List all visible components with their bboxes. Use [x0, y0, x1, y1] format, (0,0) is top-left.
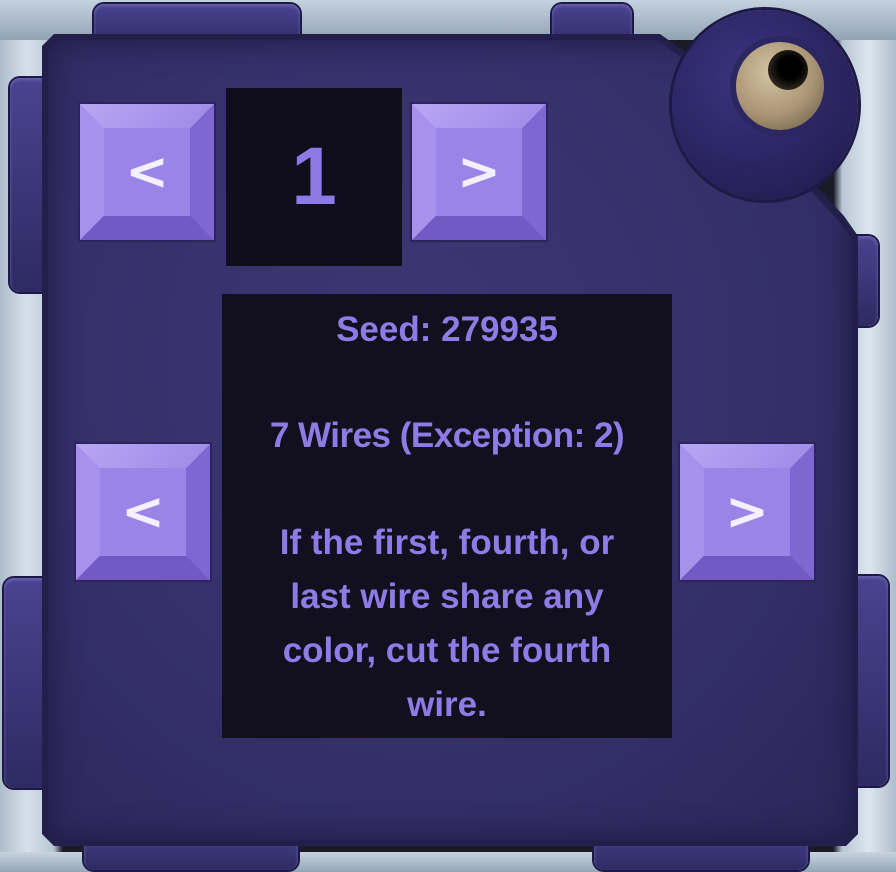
rule-prev-label: < [121, 482, 165, 542]
wires-text: 7 Wires (Exception: 2) [269, 416, 625, 455]
rule-display: Seed: 279935 7 Wires (Exception: 2) If t… [222, 294, 672, 738]
seed-text: Seed: 279935 [336, 310, 558, 349]
rule-next-button[interactable]: > [680, 444, 814, 580]
page-next-button[interactable]: > [412, 104, 546, 240]
page-number-display: 1 [226, 88, 402, 266]
rule-text: If the first, fourth, or last wire share… [279, 523, 615, 724]
rule-next-label: > [725, 482, 769, 542]
page-next-label: > [457, 142, 501, 202]
page-prev-label: < [125, 142, 169, 202]
status-light-hole [768, 50, 808, 90]
rule-prev-button[interactable]: < [76, 444, 210, 580]
page-prev-button[interactable]: < [80, 104, 214, 240]
